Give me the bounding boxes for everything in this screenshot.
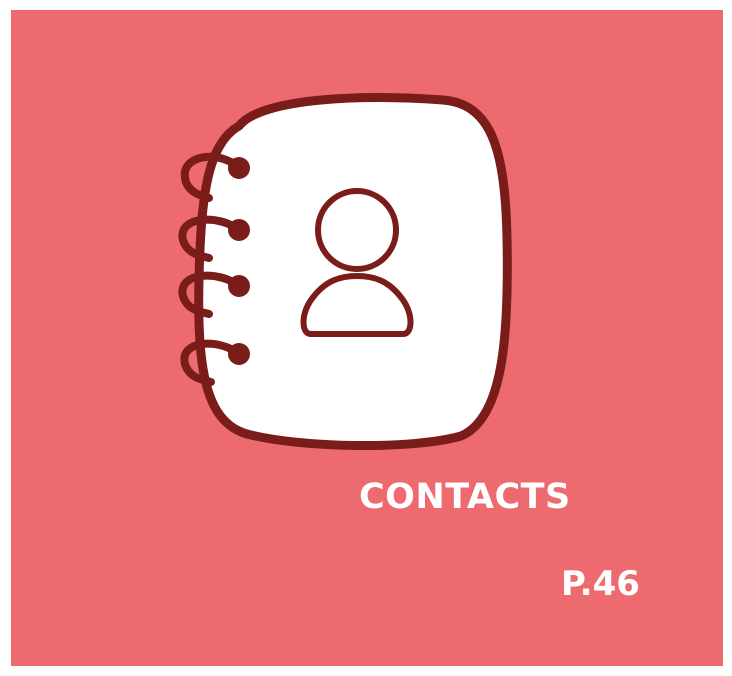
address-book-icon — [161, 88, 521, 458]
page: CONTACTS P.46 — [0, 0, 732, 676]
page-reference[interactable]: P.46 — [561, 564, 640, 604]
section-title[interactable]: CONTACTS — [359, 477, 571, 517]
